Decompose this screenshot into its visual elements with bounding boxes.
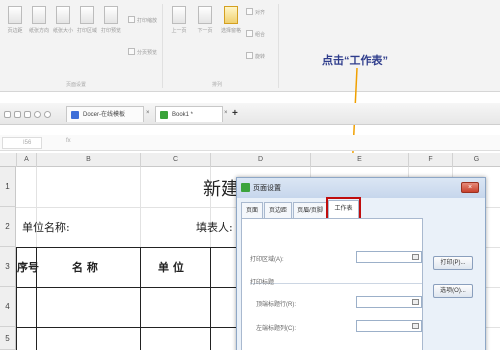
left-cols-label: 左端标题列(C): bbox=[256, 326, 296, 332]
print-titles-label: 打印标题 bbox=[250, 280, 275, 286]
preview-icon[interactable] bbox=[24, 111, 31, 118]
spreadsheet-icon bbox=[160, 111, 168, 119]
row-header[interactable]: 4 bbox=[0, 287, 16, 327]
column-header[interactable]: C bbox=[140, 153, 210, 167]
row-header[interactable]: 3 bbox=[0, 247, 16, 287]
dialog-title-bar[interactable]: 页面设置 × bbox=[237, 178, 485, 198]
top-rows-input[interactable] bbox=[356, 296, 422, 308]
print-area-label: 打印区域(A): bbox=[250, 257, 284, 263]
name-box[interactable]: I56 bbox=[2, 137, 42, 149]
row-header[interactable]: 2 bbox=[0, 207, 16, 247]
column-title-seq: 序号 bbox=[17, 261, 39, 274]
column-title-name: 名 称 bbox=[72, 261, 98, 274]
document-tab-bar: Docer-在线模板 × Book1 * × + bbox=[0, 103, 500, 125]
redo-icon[interactable] bbox=[44, 111, 51, 118]
tab-margins[interactable]: 页边距 bbox=[264, 202, 292, 218]
tab-header-footer[interactable]: 页眉/页脚 bbox=[293, 202, 327, 218]
save-icon[interactable] bbox=[4, 111, 11, 118]
dialog-title: 页面设置 bbox=[253, 185, 281, 192]
range-select-icon[interactable] bbox=[412, 323, 419, 329]
filler-label: 填表人: bbox=[196, 221, 233, 234]
row-header[interactable]: 1 bbox=[0, 167, 16, 207]
column-header[interactable]: D bbox=[210, 153, 310, 167]
range-select-icon[interactable] bbox=[412, 254, 419, 260]
worksheet-tab-panel: 打印区域(A): 打印标题 顶端标题行(R): 左端标题列(C): bbox=[241, 218, 423, 350]
column-header[interactable]: A bbox=[16, 153, 36, 167]
add-tab-icon[interactable]: + bbox=[232, 108, 238, 119]
column-header[interactable]: B bbox=[36, 153, 140, 167]
table-border bbox=[140, 247, 141, 350]
print-button[interactable]: 打印(P)... bbox=[433, 256, 473, 270]
dialog-close-button[interactable]: × bbox=[461, 182, 479, 193]
column-header[interactable]: E bbox=[310, 153, 408, 167]
undo-icon[interactable] bbox=[34, 111, 41, 118]
range-select-icon[interactable] bbox=[412, 299, 419, 305]
table-border bbox=[16, 247, 246, 248]
column-header[interactable]: F bbox=[408, 153, 452, 167]
column-header[interactable]: G bbox=[452, 153, 500, 167]
close-icon[interactable]: × bbox=[146, 110, 150, 116]
fx-icon[interactable]: fx bbox=[66, 138, 71, 144]
top-rows-label: 顶端标题行(R): bbox=[256, 302, 296, 308]
table-border bbox=[210, 247, 211, 350]
formula-bar: I56 fx bbox=[0, 135, 500, 151]
options-button[interactable]: 选项(O)... bbox=[433, 284, 473, 298]
table-border bbox=[16, 327, 246, 328]
table-border bbox=[16, 287, 246, 288]
print-area-input[interactable] bbox=[356, 251, 422, 263]
tab-book1[interactable]: Book1 * bbox=[155, 106, 223, 122]
wps-icon bbox=[241, 183, 250, 192]
column-headers: A B C D E F G bbox=[0, 153, 500, 167]
tab-docer-templates[interactable]: Docer-在线模板 bbox=[66, 106, 144, 122]
column-title-unit: 单 位 bbox=[158, 261, 184, 274]
page-setup-dialog: 页面设置 × 页面 页边距 页眉/页脚 工作表 打印区域(A): 打印标题 顶端… bbox=[236, 177, 486, 350]
unit-name-label: 单位名称: bbox=[22, 221, 70, 234]
divider bbox=[250, 283, 422, 284]
row-header[interactable]: 5 bbox=[0, 327, 16, 350]
docer-icon bbox=[71, 111, 79, 119]
tab-page[interactable]: 页面 bbox=[241, 202, 263, 218]
print-icon[interactable] bbox=[14, 111, 21, 118]
close-icon[interactable]: × bbox=[224, 110, 228, 116]
left-cols-input[interactable] bbox=[356, 320, 422, 332]
